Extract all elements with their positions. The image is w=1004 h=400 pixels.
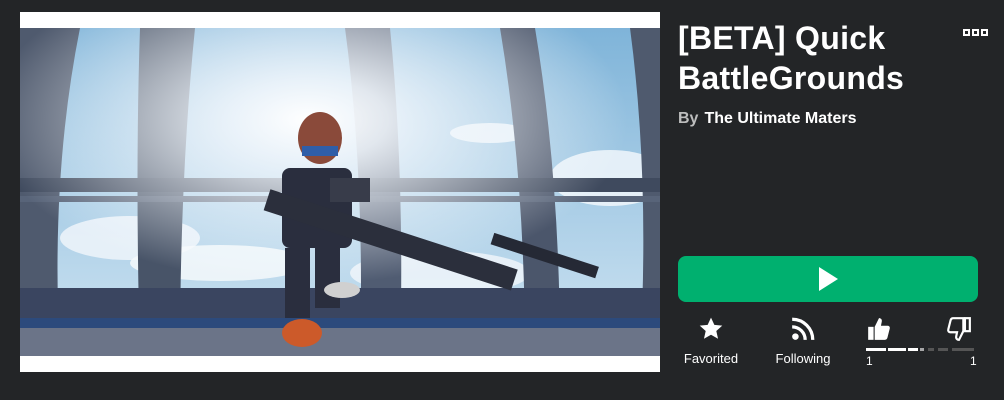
favorite-label: Favorited xyxy=(683,351,739,366)
vote-ratio-bar xyxy=(866,348,976,351)
downvote-button[interactable] xyxy=(946,316,982,347)
rss-icon xyxy=(792,317,815,340)
favorite-button[interactable]: Favorited xyxy=(678,316,744,366)
game-title: [BETA] Quick BattleGrounds xyxy=(678,20,905,96)
more-options-icon[interactable] xyxy=(962,26,990,38)
downvote-count: 1 xyxy=(970,354,977,368)
follow-button[interactable]: Following xyxy=(768,316,838,366)
play-button[interactable] xyxy=(678,256,978,302)
play-icon xyxy=(819,267,838,291)
game-thumbnail-frame xyxy=(20,12,660,372)
follow-label: Following xyxy=(775,351,831,366)
upvote-count: 1 xyxy=(866,354,873,368)
creator-link[interactable]: The Ultimate Maters xyxy=(704,110,856,127)
game-actions: Favorited Following 1 1 xyxy=(670,316,990,376)
thumbs-up-icon xyxy=(868,318,890,340)
game-thumbnail xyxy=(20,28,660,356)
star-icon xyxy=(699,317,723,339)
thumbs-down-icon xyxy=(947,317,971,341)
upvote-button[interactable] xyxy=(866,316,906,347)
creator-byline: By The Ultimate Maters xyxy=(678,110,857,128)
by-label: By xyxy=(678,110,699,127)
